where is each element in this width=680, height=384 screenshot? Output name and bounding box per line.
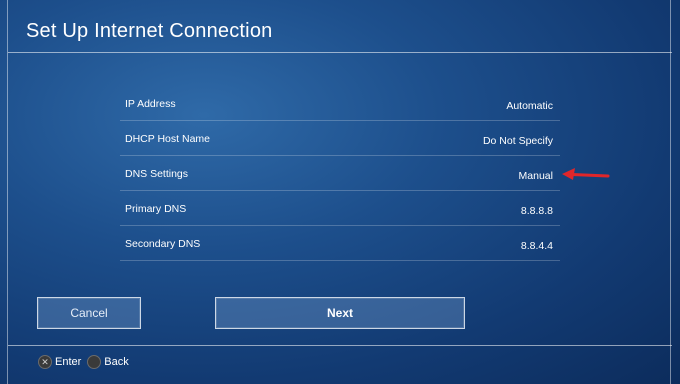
setting-row-dhcp-host-name[interactable]: DHCP Host Name Do Not Specify xyxy=(120,121,560,156)
setting-value: 8.8.4.4 xyxy=(520,240,553,252)
page-title: Set Up Internet Connection xyxy=(26,20,273,42)
setting-label: Secondary DNS xyxy=(125,238,201,250)
button-hints: ✕ Enter Back xyxy=(38,355,135,369)
red-arrow-icon xyxy=(562,168,610,180)
setting-value: Manual xyxy=(518,170,553,182)
setting-value: 8.8.8.8 xyxy=(520,205,553,217)
setting-label: DHCP Host Name xyxy=(125,133,210,145)
next-button[interactable]: Next xyxy=(215,297,465,329)
setting-row-ip-address[interactable]: IP Address Automatic xyxy=(120,86,560,121)
title-divider xyxy=(8,52,672,53)
cross-button-icon: ✕ xyxy=(38,355,52,369)
setting-row-dns-settings[interactable]: DNS Settings Manual xyxy=(120,156,560,191)
setting-value: Automatic xyxy=(506,100,553,112)
footer-divider xyxy=(8,345,672,346)
setting-value: Do Not Specify xyxy=(482,135,553,147)
setting-label: DNS Settings xyxy=(125,168,189,180)
hint-label: Back xyxy=(104,356,129,368)
hint-label: Enter xyxy=(55,356,82,368)
setting-label: IP Address xyxy=(125,98,176,110)
settings-list: IP Address Automatic DHCP Host Name Do N… xyxy=(120,86,560,261)
cancel-button[interactable]: Cancel xyxy=(37,297,141,329)
setting-row-primary-dns[interactable]: Primary DNS 8.8.8.8 xyxy=(120,191,560,226)
setting-row-secondary-dns[interactable]: Secondary DNS 8.8.4.4 xyxy=(120,226,560,261)
hint-enter: ✕ Enter xyxy=(38,355,81,369)
circle-button-icon xyxy=(87,355,102,369)
setting-label: Primary DNS xyxy=(125,203,187,215)
hint-back: Back xyxy=(87,355,129,369)
